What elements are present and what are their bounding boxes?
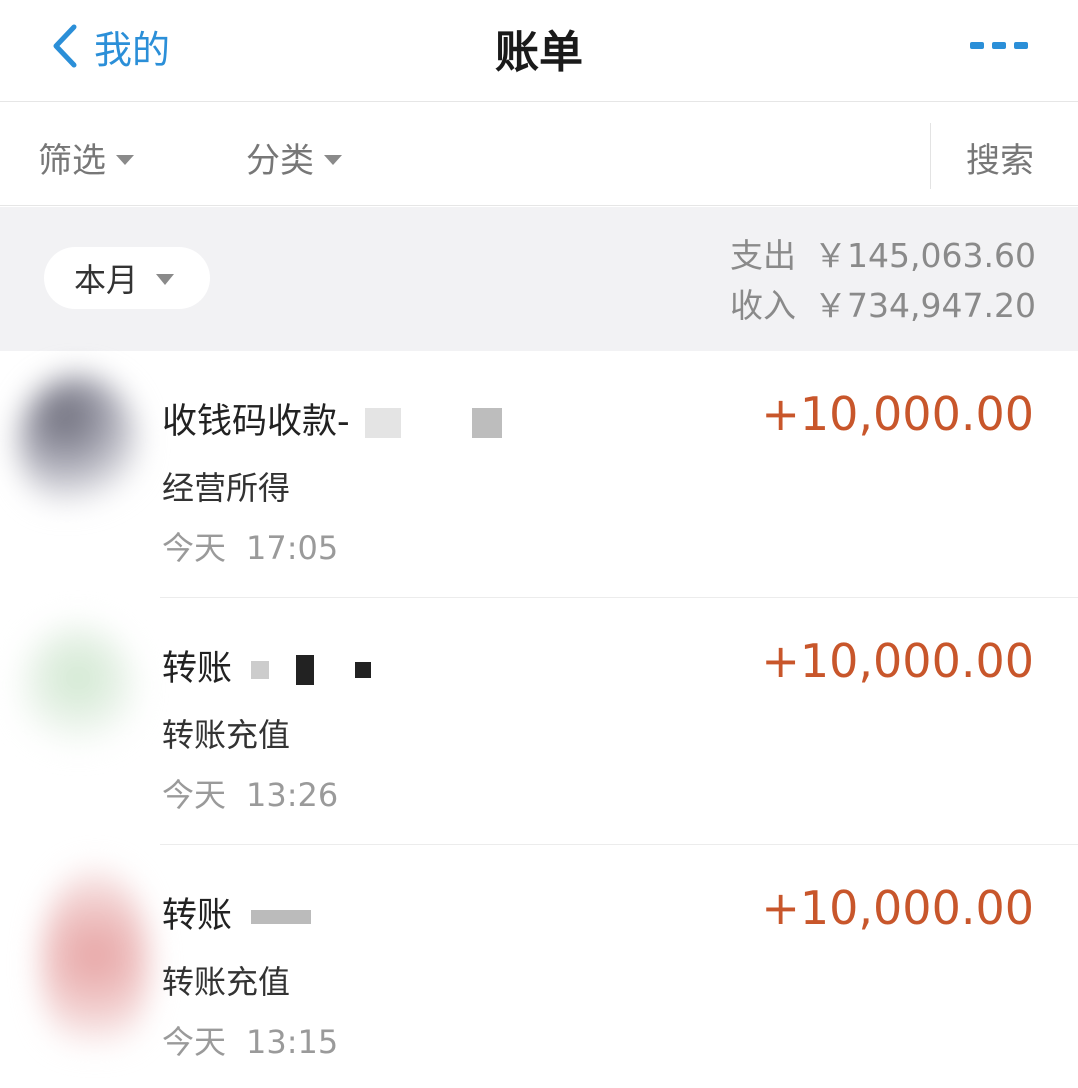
divider [930,123,931,189]
filter-bar: 筛选 分类 搜索 [0,103,1078,206]
redacted-mosaic [251,910,312,924]
transaction-time: 今天 17:05 [162,523,338,569]
more-dot [992,41,1006,49]
transaction-category: 经营所得 [162,469,291,507]
transaction-clock: 13:26 [246,776,339,814]
avatar [18,375,138,515]
income-value: ￥734,947.20 [814,286,1036,325]
transaction-amount: +10,000.00 [761,881,1034,935]
filter-label: 筛选 [38,141,106,181]
redacted-mosaic [296,655,315,685]
transaction-day: 今天 [162,1023,227,1061]
transaction-item[interactable]: 转账 转账充值 今天 13:15 +10,000.00 [0,845,1078,1088]
transaction-category: 转账充值 [162,716,291,754]
transaction-item[interactable]: 转账 转账充值 今天 13:26 +10,000.00 [0,598,1078,930]
redacted-mosaic [251,661,270,679]
month-summary-header: 本月 支出 ￥145,063.60 收入 ￥734,947.20 [0,207,1078,351]
month-totals: 支出 ￥145,063.60 收入 ￥734,947.20 [730,231,1036,331]
redacted-mosaic [364,408,401,438]
transaction-list: 收钱码收款- 经营所得 今天 17:05 +10,000.00 转账 转账充值 今… [0,351,1078,1088]
month-label: 本月 [74,261,139,299]
transaction-clock: 17:05 [246,529,339,567]
more-dot [970,41,984,49]
avatar [40,865,150,1065]
transaction-title-text: 收钱码收款- [162,402,350,442]
page-title: 账单 [495,27,583,78]
expense-value: ￥145,063.60 [814,236,1036,275]
transaction-amount: +10,000.00 [761,634,1034,688]
transaction-day: 今天 [162,529,227,567]
month-selector[interactable]: 本月 [44,247,210,309]
expense-row: 支出 ￥145,063.60 [730,231,1036,281]
transaction-title: 收钱码收款- [162,393,502,444]
transaction-title: 转账 [162,640,372,691]
caret-down-icon [324,154,342,165]
redacted-mosaic [471,408,502,438]
avatar [18,622,138,762]
caret-down-icon [156,273,175,285]
filter-dropdown[interactable]: 筛选 [38,133,134,182]
search-button[interactable]: 搜索 [966,133,1034,182]
transaction-time: 今天 13:26 [162,770,338,816]
redacted-mosaic [355,662,372,678]
transaction-title-text: 转账 [162,649,233,689]
more-dot [1014,41,1028,49]
transaction-clock: 13:15 [246,1023,339,1061]
income-row: 收入 ￥734,947.20 [730,281,1036,331]
transaction-amount: +10,000.00 [761,387,1034,441]
more-options-icon[interactable] [970,36,1030,54]
transaction-day: 今天 [162,776,227,814]
transaction-title: 转账 [162,887,312,938]
category-label: 分类 [246,141,314,181]
expense-label: 支出 [730,236,797,275]
transaction-category: 转账充值 [162,963,291,1001]
income-label: 收入 [730,286,797,325]
transaction-title-text: 转账 [162,896,233,936]
category-dropdown[interactable]: 分类 [246,133,342,182]
caret-down-icon [116,154,134,165]
transaction-time: 今天 13:15 [162,1017,338,1063]
nav-bar: 我的 账单 [0,0,1078,102]
transaction-item[interactable]: 收钱码收款- 经营所得 今天 17:05 +10,000.00 [0,351,1078,598]
